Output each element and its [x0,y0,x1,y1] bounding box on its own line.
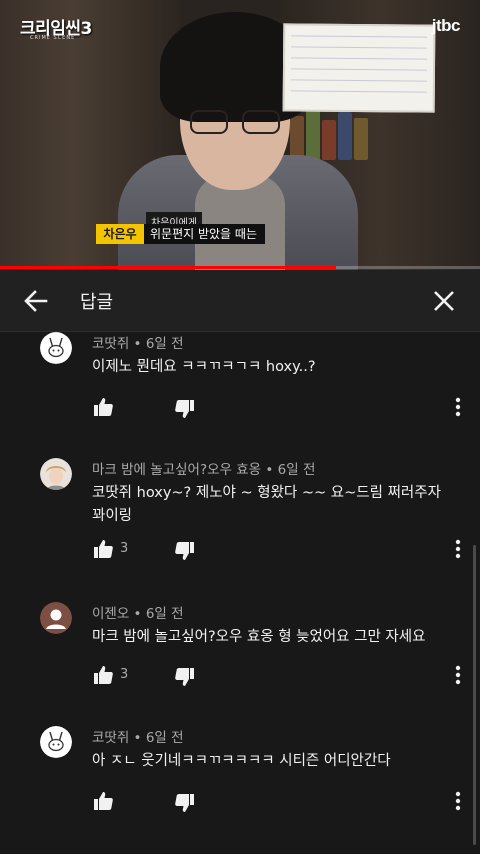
comment-actions: 3 [92,538,461,562]
comment-actions [92,790,461,814]
comment-item: 이젠오 • 6일 전 마크 밤에 놀고싶어?오우 효옹 형 늦었어요 그만 자세… [0,602,480,727]
comment-item: 마크 밤에 놀고싶어?오우 효옹 • 6일 전 코땃쥐 hoxy~? 제노야 ~… [0,458,480,603]
comment-text: 코땃쥐 hoxy~? 제노야 ~ 형왔다 ~~ 요~드림 쩌러주자 꽈이링 [92,485,441,524]
more-vert-icon[interactable] [454,664,462,686]
comment-time: 6일 전 [145,336,184,352]
caption-main: 위문편지 받았을 때는 [144,224,265,244]
comment-item: 코땃쥐 • 6일 전 아 ㅈㄴ 웃기네ㅋㅋㄲㅋㅋㅋㅋ 시티즌 어디안간다 [0,726,480,851]
thumbs-down-icon[interactable] [174,398,196,420]
rabbit-icon[interactable] [40,332,72,364]
comment-meta: 코땃쥐 • 6일 전 [92,726,184,746]
comment-item: 코땃쥐 • 6일 전 이제노 뭔데요 ㅋㅋㄲㅋㄱㅋ hoxy..? [0,332,480,457]
thumbs-up-icon[interactable] [92,664,114,686]
comment-actions: 3 [92,664,461,688]
comment-author[interactable]: 코땃쥐 [92,730,129,746]
comment-author[interactable]: 이젠오 [92,606,129,622]
more-vert-icon[interactable] [454,538,462,560]
meta-separator: • [129,730,146,746]
comment-text: 아 ㅈㄴ 웃기네ㅋㅋㄲㅋㅋㅋㅋ 시티즌 어디안간다 [92,753,391,769]
comment-meta: 이젠오 • 6일 전 [92,602,184,622]
meta-separator: • [261,462,278,478]
thumbs-down-icon[interactable] [174,792,196,814]
thumbs-down-icon[interactable] [174,540,196,562]
comment-meta: 코땃쥐 • 6일 전 [92,332,184,352]
default-avatar-icon[interactable] [40,602,72,634]
show-subtitle: CRIME SCENE [30,35,76,41]
meta-separator: • [129,606,146,622]
books [290,110,380,160]
header-title: 답글 [80,292,114,313]
glasses [190,110,285,134]
letter-paper [282,23,436,113]
comment-actions [92,396,461,420]
comment-list[interactable]: 코땃쥐 • 6일 전 이제노 뭔데요 ㅋㅋㄲㅋㄱㅋ hoxy..? 마크 밤에 … [0,332,480,854]
rabbit-icon[interactable] [40,726,72,758]
replies-header: 답글 [0,270,480,332]
comment-author[interactable]: 마크 밤에 놀고싶어?오우 효옹 [92,462,261,478]
close-icon[interactable] [430,287,458,315]
back-arrow-icon[interactable] [22,287,50,315]
like-count: 3 [120,667,129,682]
meta-separator: • [129,336,146,352]
thumbs-down-icon[interactable] [174,666,196,688]
comment-time: 6일 전 [145,730,184,746]
comment-time: 6일 전 [145,606,184,622]
thumbs-up-icon[interactable] [92,790,114,812]
like-count: 3 [120,541,129,556]
comment-time: 6일 전 [277,462,316,478]
comment-text: 이제노 뭔데요 ㅋㅋㄲㅋㄱㅋ hoxy..? [92,359,316,375]
progress-bar[interactable] [0,266,480,269]
more-vert-icon[interactable] [454,396,462,418]
comment-author[interactable]: 코땃쥐 [92,336,129,352]
thumbs-up-icon[interactable] [92,538,114,560]
scrollbar[interactable] [473,545,476,845]
thumbs-up-icon[interactable] [92,396,114,418]
channel-logo: jtbc [431,16,461,35]
comment-meta: 마크 밤에 놀고싶어?오우 효옹 • 6일 전 [92,458,315,478]
user-photo[interactable] [40,458,72,490]
caption-name: 차은우 [96,224,144,244]
video-player[interactable]: 크리임씬3 CRIME SCENE jtbc 차은이에게 차은우 위문편지 받았… [0,0,480,270]
more-vert-icon[interactable] [454,790,462,812]
comment-text: 마크 밤에 놀고싶어?오우 효옹 형 늦었어요 그만 자세요 [92,629,426,645]
progress-fill [0,266,336,269]
